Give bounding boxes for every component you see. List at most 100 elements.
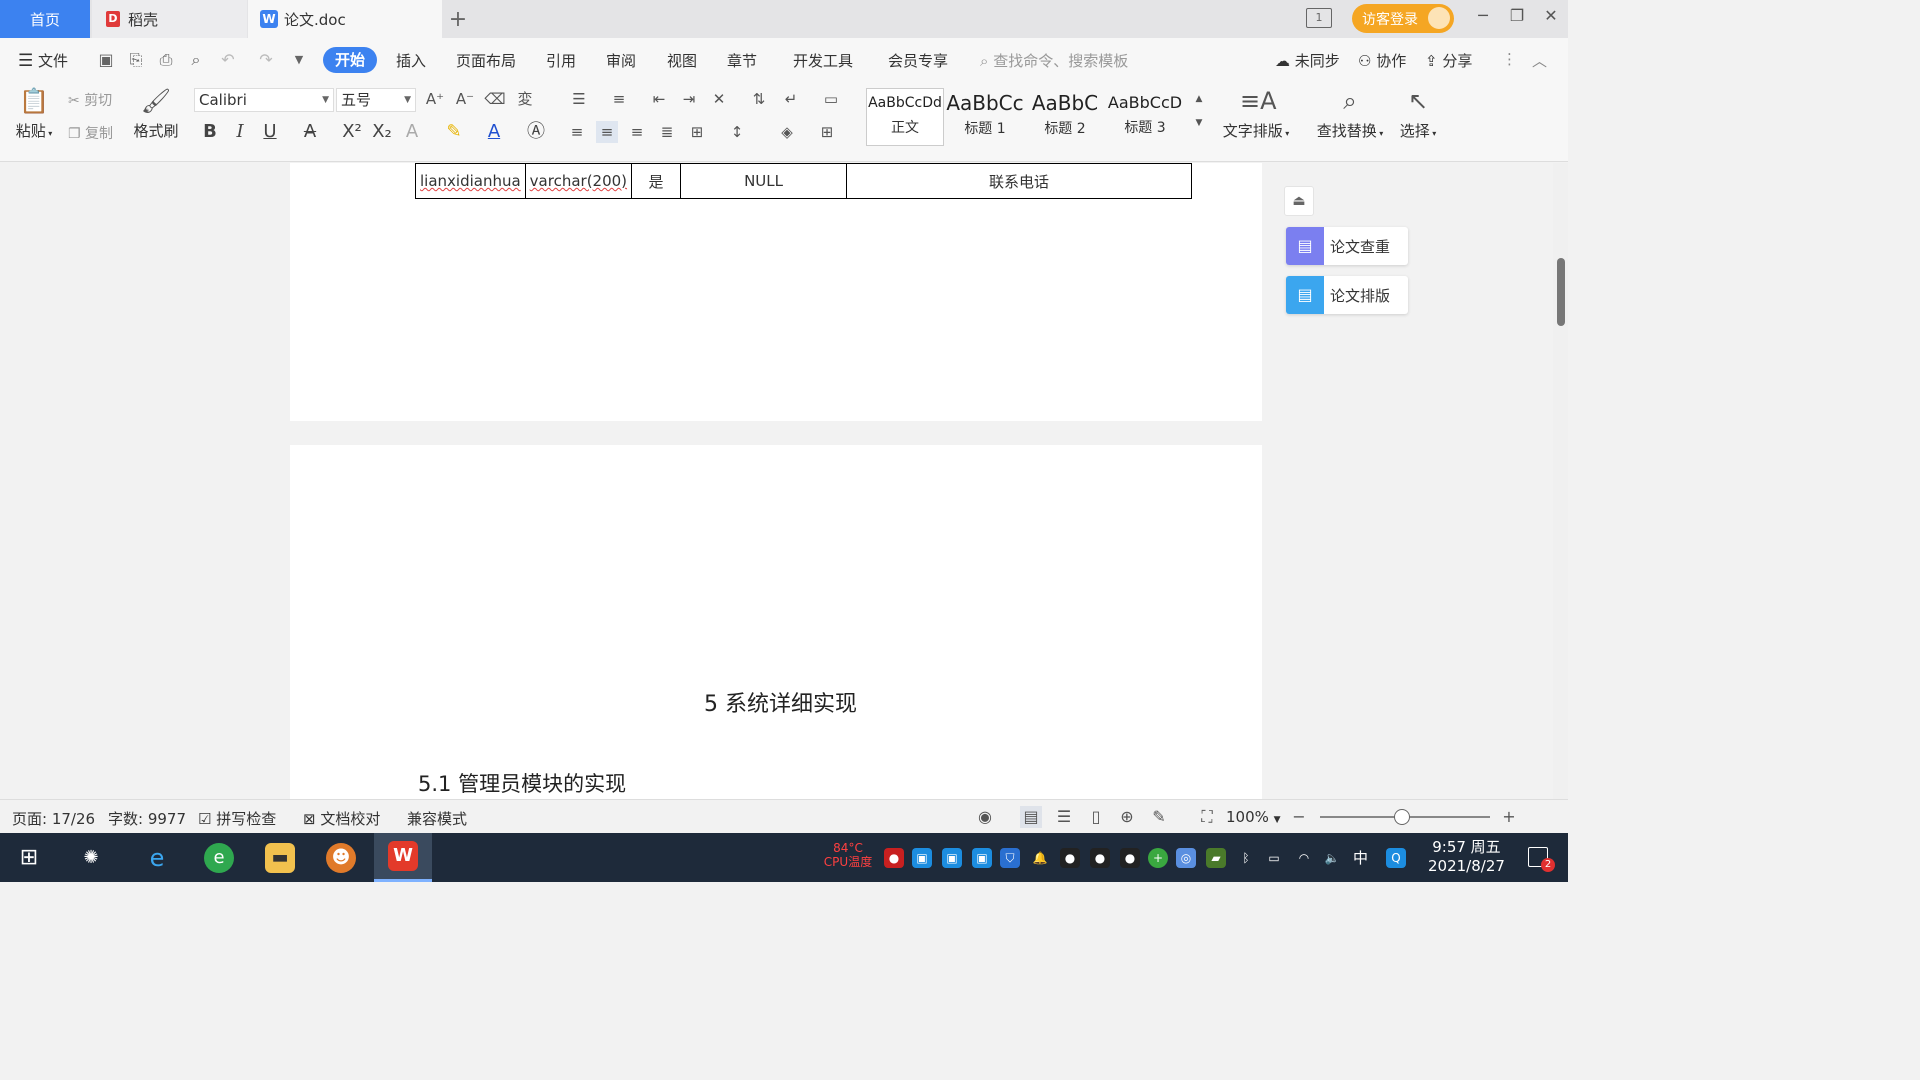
highlight-icon[interactable]: ✎	[442, 121, 466, 143]
superscript-icon[interactable]: X²	[340, 121, 364, 143]
redo-icon[interactable]: ↷	[256, 50, 276, 70]
italic-icon[interactable]: I	[228, 121, 252, 143]
collapse-ribbon-icon[interactable]: ︿	[1532, 50, 1547, 71]
copy-button[interactable]: ❐ 复制	[68, 123, 113, 143]
sort-icon[interactable]: ⇅	[748, 88, 770, 110]
zoom-out-icon[interactable]: −	[1288, 806, 1310, 828]
chinese-layout-icon[interactable]: ✕	[708, 88, 730, 110]
align-center-icon[interactable]: ≡	[596, 121, 618, 143]
collapse-panel-icon[interactable]: ⏏	[1284, 186, 1314, 216]
strikethrough-icon[interactable]: A	[298, 121, 322, 143]
zoom-slider-handle[interactable]	[1394, 809, 1410, 825]
collaborate-button[interactable]: ⚇ 协作	[1358, 50, 1406, 71]
style-heading-2[interactable]: AaBbC 标题 2	[1026, 88, 1104, 146]
document-page[interactable]	[290, 445, 1262, 799]
font-color-icon[interactable]: A	[482, 121, 506, 143]
styles-scroll-up-icon[interactable]: ▲	[1188, 88, 1210, 110]
sync-status[interactable]: ☁ 未同步	[1275, 50, 1340, 71]
tray-plus-icon[interactable]: +	[1148, 848, 1168, 868]
table-cell[interactable]: lianxidianhua	[415, 163, 526, 199]
tray-app-icon[interactable]: ▣	[942, 848, 962, 868]
clear-format-icon[interactable]: ⌫	[484, 88, 506, 110]
tab-document[interactable]: W 论文.doc	[248, 0, 442, 38]
tray-app-icon[interactable]: ◎	[1176, 848, 1196, 868]
styles-scroll-down-icon[interactable]: ▼	[1188, 112, 1210, 134]
bell-icon[interactable]: 🔔	[1030, 848, 1050, 868]
underline-icon[interactable]: U	[258, 121, 282, 143]
menu-start[interactable]: 开始	[323, 47, 377, 73]
style-heading-1[interactable]: AaBbCc 标题 1	[946, 88, 1024, 146]
menu-chapter[interactable]: 章节	[727, 50, 757, 71]
border-icon[interactable]: ⊞	[816, 121, 838, 143]
char-border-icon[interactable]: Ⓐ	[524, 121, 548, 143]
tray-app-icon[interactable]: ▣	[912, 848, 932, 868]
scrollbar-thumb[interactable]	[1557, 258, 1565, 326]
cpu-temp-widget[interactable]: 84°C CPU温度	[818, 841, 878, 869]
close-icon[interactable]: ✕	[1538, 6, 1564, 30]
file-menu[interactable]: ☰ 文件	[18, 50, 68, 71]
outline-view-icon[interactable]: ☰	[1053, 806, 1075, 828]
command-search[interactable]: ⌕ 查找命令、搜索模板	[980, 50, 1128, 71]
taskbar-app-ie[interactable]: e	[132, 833, 182, 882]
table-cell[interactable]: 联系电话	[846, 163, 1193, 199]
tab-home[interactable]: 首页	[0, 0, 90, 38]
phonetic-guide-icon[interactable]: 変	[514, 88, 536, 110]
new-tab-button[interactable]: +	[446, 0, 470, 38]
vertical-scrollbar[interactable]	[1553, 163, 1568, 799]
save-icon[interactable]: ▣	[96, 50, 116, 70]
battery-icon[interactable]: ▭	[1264, 848, 1284, 868]
visitor-login-button[interactable]: 访客登录	[1352, 4, 1454, 33]
grow-font-icon[interactable]: A⁺	[424, 88, 446, 110]
start-button[interactable]: ⊞	[4, 833, 54, 882]
spell-check-button[interactable]: ☑ 拼写检查	[198, 808, 276, 829]
taskbar-app-wps[interactable]: W	[374, 833, 432, 882]
bluetooth-icon[interactable]: ᛒ	[1236, 848, 1256, 868]
tray-app-icon[interactable]: ▣	[972, 848, 992, 868]
restore-icon[interactable]: ❐	[1504, 6, 1530, 30]
numbered-list-icon[interactable]: ≡	[608, 88, 630, 110]
nvidia-icon[interactable]: ▰	[1206, 848, 1226, 868]
taskbar-app-360[interactable]: e	[194, 833, 244, 882]
show-marks-icon[interactable]: ↵	[780, 88, 802, 110]
zoom-in-icon[interactable]: +	[1498, 806, 1520, 828]
tray-app-icon[interactable]: ●	[884, 848, 904, 868]
format-painter-button[interactable]: 🖌 格式刷	[132, 86, 180, 141]
zoom-select[interactable]: 100% ▼	[1226, 808, 1281, 826]
section-heading[interactable]: 5 系统详细实现	[704, 686, 857, 718]
bullet-list-icon[interactable]: ☰	[568, 88, 590, 110]
paper-format-button[interactable]: ▤ 论文排版	[1286, 276, 1408, 314]
taskbar-app-pinwheel[interactable]: ✺	[66, 833, 116, 882]
qq-icon[interactable]: ●	[1060, 848, 1080, 868]
menu-dev-tools[interactable]: 开发工具	[793, 50, 853, 71]
shading-icon[interactable]: ◈	[776, 121, 798, 143]
distributed-icon[interactable]: ⊞	[686, 121, 708, 143]
menu-page-layout[interactable]: 页面布局	[456, 50, 516, 71]
shield-icon[interactable]: ⛉	[1000, 848, 1020, 868]
wifi-icon[interactable]: ◠	[1294, 848, 1314, 868]
taskbar-app-mascot[interactable]: ☻	[316, 833, 366, 882]
paste-button[interactable]: 📋 粘贴 ▾	[14, 86, 54, 141]
style-normal[interactable]: AaBbCcDd 正文	[866, 88, 944, 146]
find-replace-button[interactable]: ⌕ 查找替换 ▾	[1314, 86, 1386, 141]
increase-indent-icon[interactable]: ⇥	[678, 88, 700, 110]
bold-icon[interactable]: B	[198, 121, 222, 143]
menu-references[interactable]: 引用	[546, 50, 576, 71]
qq-icon[interactable]: ●	[1120, 848, 1140, 868]
volume-icon[interactable]: 🔈	[1322, 848, 1342, 868]
write-view-icon[interactable]: ✎	[1148, 806, 1170, 828]
taskbar-app-explorer[interactable]: ▬	[255, 833, 305, 882]
menu-review[interactable]: 审阅	[606, 50, 636, 71]
minimize-icon[interactable]: ─	[1470, 6, 1496, 30]
share-button[interactable]: ⇪ 分享	[1425, 50, 1472, 71]
ruler-icon[interactable]: ▭	[820, 88, 842, 110]
print-preview-icon[interactable]: ⌕	[186, 50, 206, 70]
text-layout-button[interactable]: ≡A 文字排版 ▾	[1220, 86, 1292, 141]
doc-proof-button[interactable]: ⊠ 文档校对	[303, 808, 380, 829]
customize-toolbar-icon[interactable]: ▼	[289, 50, 309, 70]
undo-icon[interactable]: ↶	[218, 50, 238, 70]
table-cell[interactable]: 是	[631, 163, 682, 199]
page-indicator[interactable]: 页面: 17/26	[12, 808, 95, 829]
table-cell[interactable]: varchar(200)	[524, 163, 633, 199]
table-cell[interactable]: NULL	[680, 163, 848, 199]
justify-icon[interactable]: ≣	[656, 121, 678, 143]
